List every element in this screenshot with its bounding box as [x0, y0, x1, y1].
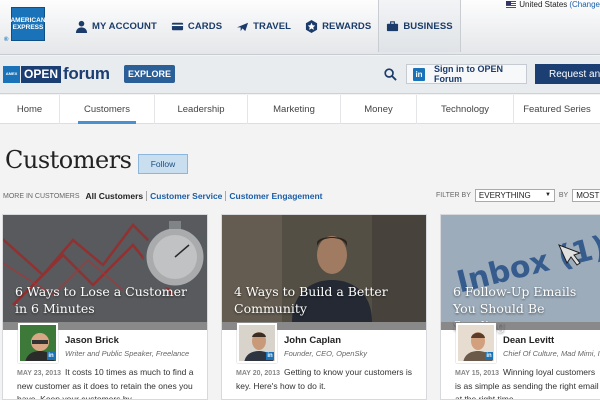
more-in-label: MORE IN CUSTOMERS	[3, 192, 80, 200]
filter-value: EVERYTHING	[478, 191, 531, 200]
amex-mini-logo: AMEX	[3, 65, 20, 83]
article-excerpt: MAY 15, 2013 Winning loyal customers is a…	[455, 366, 600, 399]
us-flag-icon	[506, 1, 517, 8]
linkedin-icon: in	[47, 352, 55, 360]
article-headline[interactable]: 4 Ways to Build a Better Community	[234, 283, 416, 317]
article-card[interactable]: 4 Ways to Build a Better Community in Jo…	[221, 214, 427, 400]
request-button[interactable]: Request an	[535, 64, 600, 84]
follow-button[interactable]: Follow	[138, 154, 188, 174]
top-nav: MY ACCOUNT CARDS TRAVEL REWARDS BUSINESS	[68, 0, 461, 55]
open-forum-logo[interactable]: AMEX OPEN forum	[3, 64, 110, 84]
author-role: Writer and Public Speaker, Freelance	[65, 349, 190, 358]
locale-change-link[interactable]: (Change	[569, 0, 600, 9]
more-in-customers: MORE IN CUSTOMERS All Customers Customer…	[3, 191, 325, 201]
article-date: MAY 15, 2013	[455, 370, 499, 377]
tab-money[interactable]: Money	[341, 95, 417, 124]
article-headline[interactable]: 6 Ways to Lose a Customer in 6 Minutes	[15, 283, 197, 317]
link-customer-service[interactable]: Customer Service	[146, 191, 225, 201]
article-card[interactable]: Inbox (1) 6 Follow-Up Emails You Should …	[440, 214, 600, 400]
avatar[interactable]: in	[18, 323, 58, 363]
nav-business[interactable]: BUSINESS	[378, 0, 461, 52]
sort-select[interactable]: MOST R	[572, 189, 600, 202]
nav-label: BUSINESS	[403, 20, 453, 32]
link-customer-engagement[interactable]: Customer Engagement	[225, 191, 325, 201]
nav-travel[interactable]: TRAVEL	[229, 0, 298, 52]
nav-cards[interactable]: CARDS	[164, 0, 229, 52]
avatar[interactable]: in	[456, 323, 496, 363]
tab-home[interactable]: Home	[0, 95, 60, 124]
amex-logo[interactable]: AMERICAN EXPRESS ®	[4, 7, 46, 43]
card-icon	[171, 22, 183, 30]
nav-rewards[interactable]: REWARDS	[298, 0, 378, 52]
search-icon[interactable]	[384, 68, 397, 81]
open-forum-bar: AMEX OPEN forum EXPLORE in Sign in to OP…	[0, 56, 600, 94]
rewards-icon	[305, 19, 318, 33]
nav-label: MY ACCOUNT	[92, 20, 157, 32]
article-date: MAY 23, 2013	[17, 370, 61, 377]
author-name[interactable]: John Caplan	[284, 335, 341, 346]
article-date: MAY 20, 2013	[236, 370, 280, 377]
linkedin-icon: in	[413, 67, 426, 81]
sort-by-label: BY	[558, 192, 569, 199]
person-icon	[75, 20, 88, 33]
tab-customers[interactable]: Customers	[60, 95, 155, 124]
explore-button[interactable]: EXPLORE	[124, 65, 175, 83]
logo-registered-mark: ®	[4, 37, 9, 43]
author-name[interactable]: Jason Brick	[65, 335, 119, 346]
filter-controls: FILTER BY EVERYTHING ▼ BY MOST R	[436, 189, 600, 202]
link-all-customers[interactable]: All Customers	[83, 191, 147, 201]
signin-label: Sign in to OPEN Forum	[434, 64, 504, 84]
locale-selector[interactable]: United States (Change	[506, 0, 600, 9]
author-name[interactable]: Dean Levitt	[503, 335, 554, 346]
plane-icon	[237, 22, 249, 31]
filter-select[interactable]: EVERYTHING ▼	[474, 189, 555, 202]
author-role: Chief Of Culture, Mad Mimi, Inc.	[503, 349, 600, 358]
nav-label: REWARDS	[322, 20, 372, 32]
article-card[interactable]: 6 Ways to Lose a Customer in 6 Minutes i…	[2, 214, 208, 400]
filter-label: FILTER BY	[436, 192, 471, 199]
article-excerpt: MAY 23, 2013 It costs 10 times as much to…	[17, 366, 199, 399]
author-role: Founder, CEO, OpenSky	[284, 349, 367, 358]
tab-technology[interactable]: Technology	[417, 95, 514, 124]
amex-header: AMERICAN EXPRESS ® MY ACCOUNT CARDS TRAV…	[0, 0, 600, 55]
linkedin-signin-button[interactable]: in Sign in to OPEN Forum	[406, 64, 527, 84]
nav-label: CARDS	[187, 20, 223, 32]
nav-my-account[interactable]: MY ACCOUNT	[68, 0, 164, 52]
request-label: Request an	[549, 68, 600, 80]
logo-open: OPEN	[21, 65, 62, 83]
page-title: Customers	[5, 146, 132, 174]
briefcase-icon	[387, 20, 399, 31]
article-excerpt: MAY 20, 2013 Getting to know your custome…	[236, 366, 418, 393]
chevron-down-icon: ▼	[544, 192, 551, 198]
sort-value: MOST R	[576, 191, 600, 200]
logo-text-express: EXPRESS	[12, 24, 44, 31]
linkedin-icon: in	[266, 352, 274, 360]
category-tabs: Home Customers Leadership Marketing Mone…	[0, 95, 600, 124]
tab-leadership[interactable]: Leadership	[155, 95, 248, 124]
logo-forum: forum	[63, 64, 110, 83]
linkedin-icon: in	[485, 352, 493, 360]
avatar[interactable]: in	[237, 323, 277, 363]
locale-country: United States	[519, 0, 568, 9]
tab-featured-series[interactable]: Featured Series	[514, 95, 600, 124]
logo-text-american: AMERICAN	[10, 17, 46, 24]
tab-marketing[interactable]: Marketing	[248, 95, 341, 124]
nav-label: TRAVEL	[253, 20, 292, 32]
